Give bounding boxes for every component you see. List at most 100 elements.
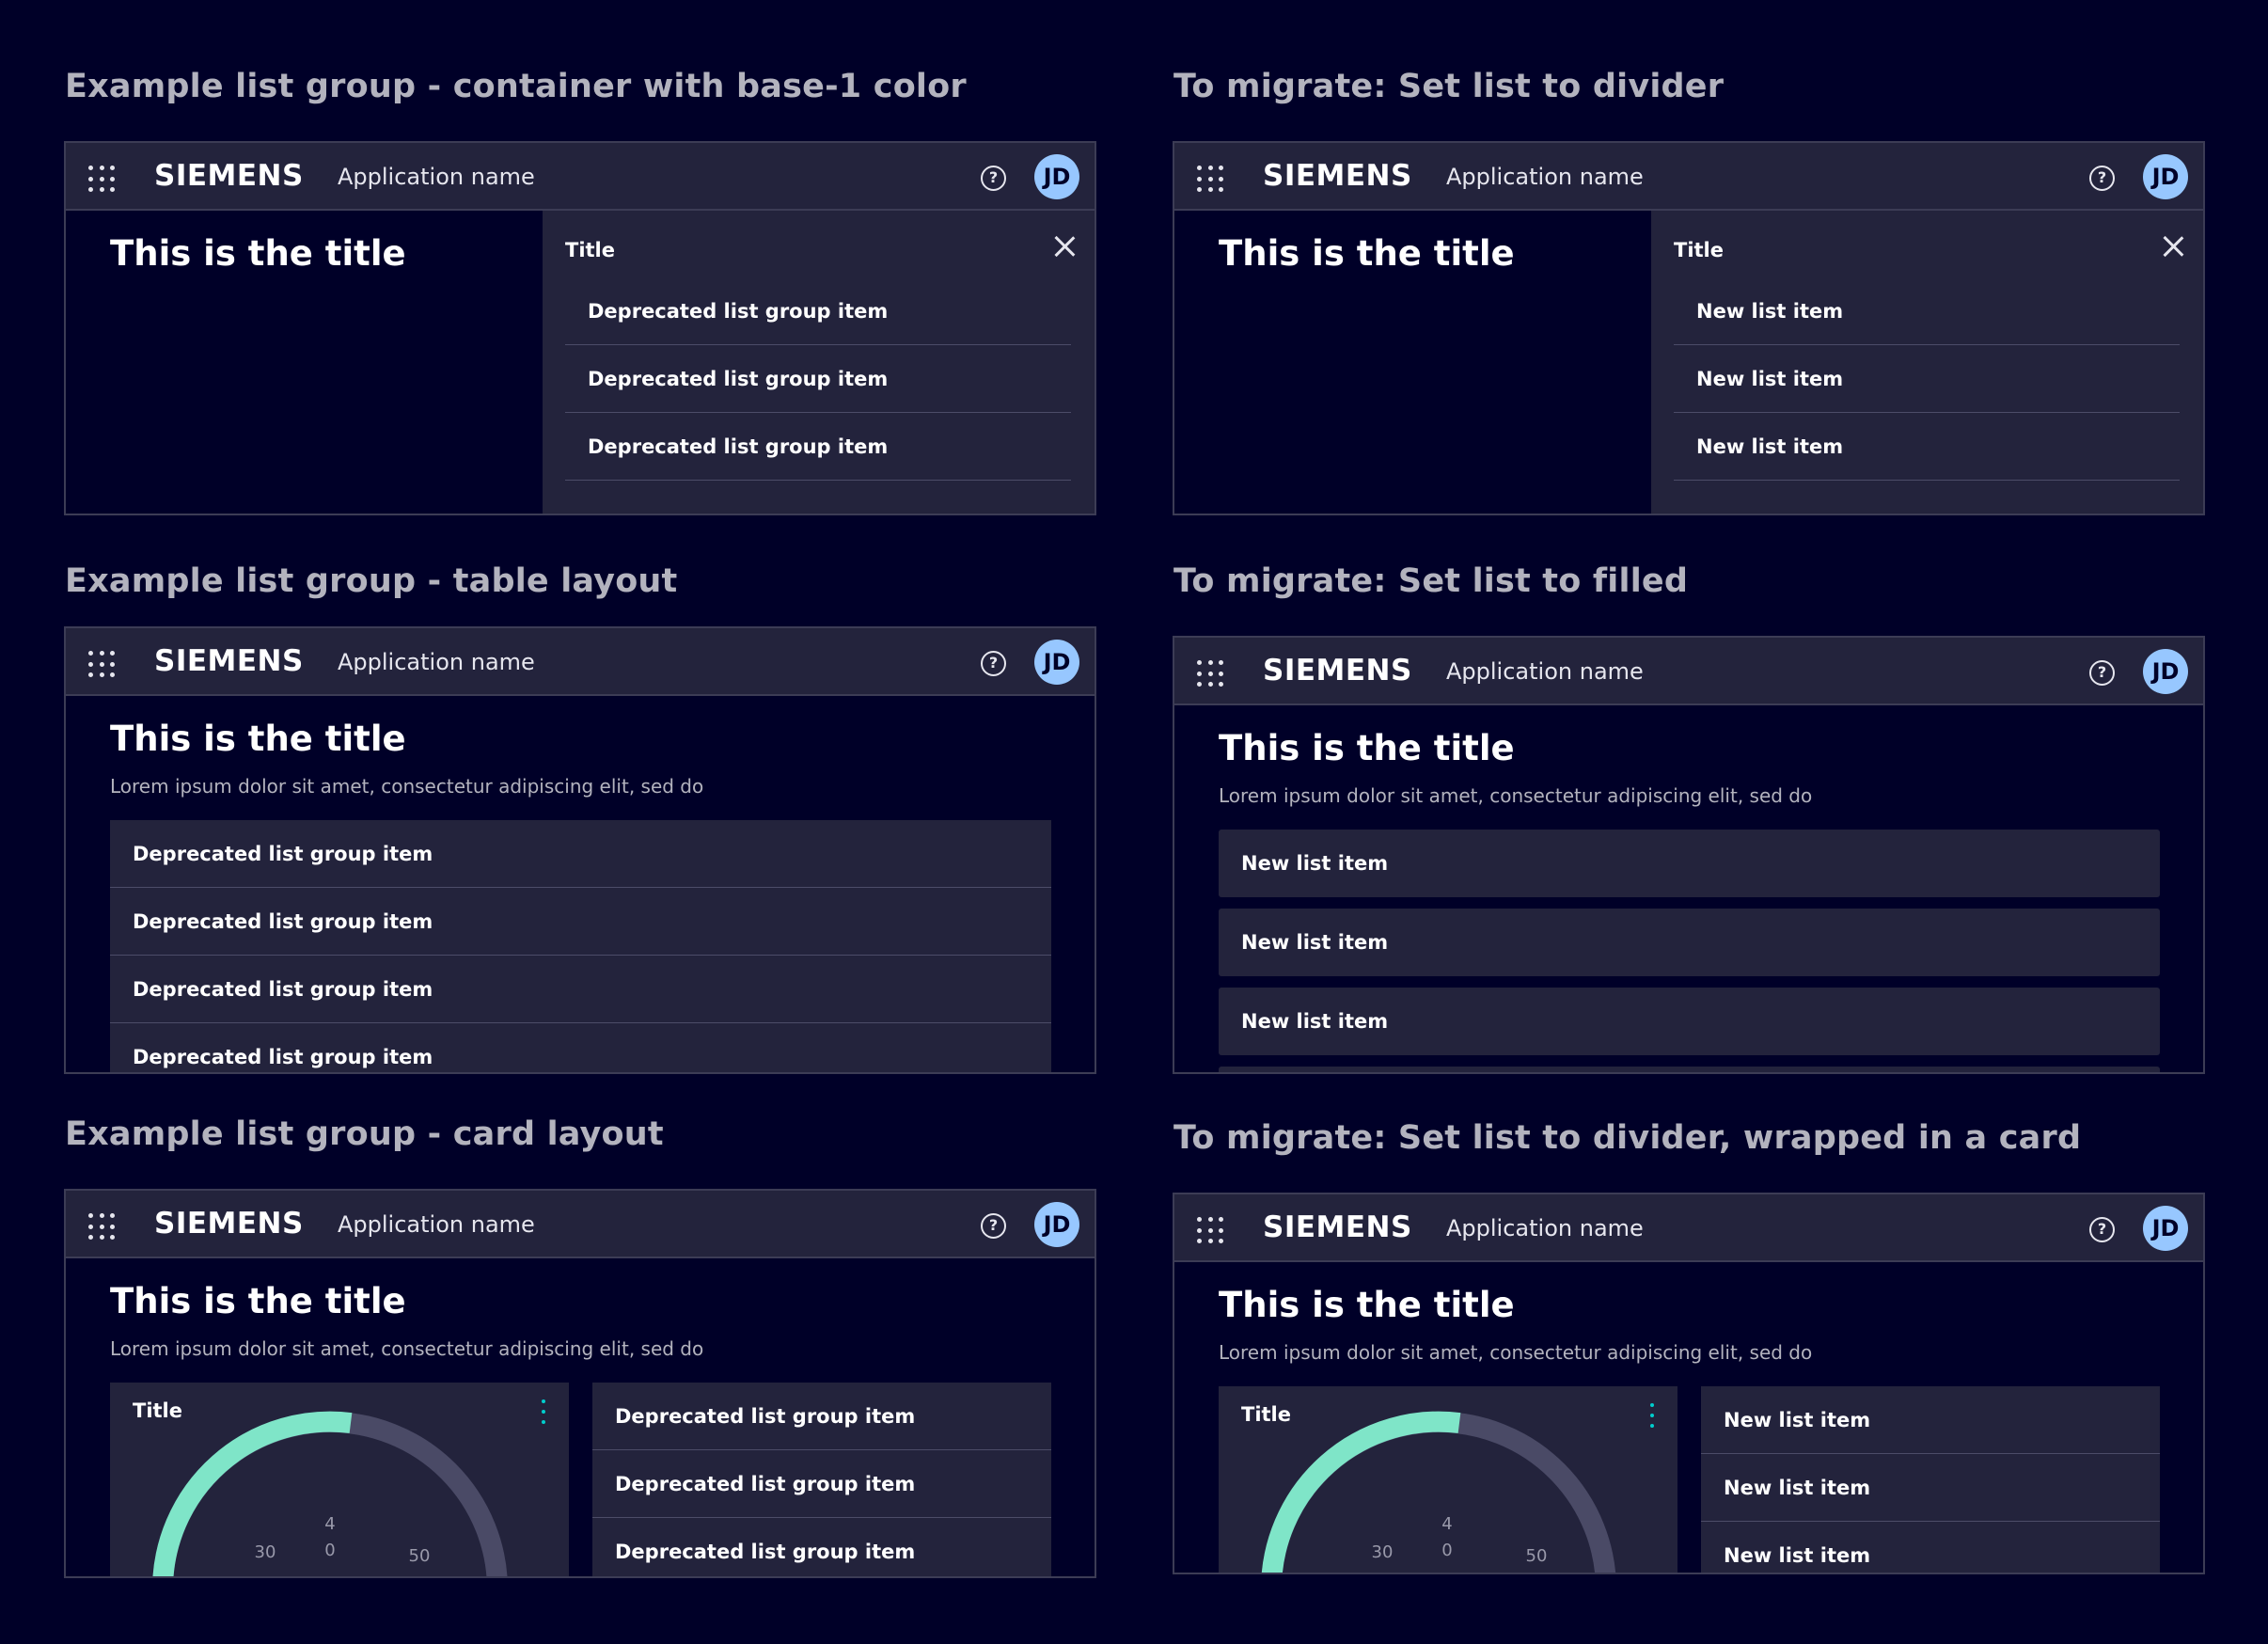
list-item[interactable]: Deprecated list group item xyxy=(110,888,1051,956)
application-name: Application name xyxy=(1446,658,1644,685)
gauge-tick-label: 0 xyxy=(324,1541,335,1560)
gauge-tick-label: 4 xyxy=(1441,1514,1452,1534)
list-group: Deprecated list group item Deprecated li… xyxy=(565,277,1071,481)
page-description: Lorem ipsum dolor sit amet, consectetur … xyxy=(110,1337,704,1360)
section-heading-example-base: Example list group - container with base… xyxy=(65,68,967,105)
brand-logo: SIEMENS xyxy=(154,644,304,678)
gauge-tick-label: 4 xyxy=(324,1514,335,1534)
list-item[interactable]: Deprecated list group item xyxy=(592,1383,1051,1450)
gauge-tick-label: 30 xyxy=(1372,1542,1394,1562)
help-icon[interactable]: ? xyxy=(2089,660,2115,686)
section-heading-migrate-filled: To migrate: Set list to filled xyxy=(1173,562,1689,600)
page-title: This is the title xyxy=(1219,233,1515,274)
gauge-card: Title 30 4 0 50 xyxy=(110,1383,569,1576)
page-title: This is the title xyxy=(110,1281,406,1321)
section-heading-migrate-divider: To migrate: Set list to divider xyxy=(1173,68,1725,105)
brand-logo: SIEMENS xyxy=(1263,159,1412,193)
page-title: This is the title xyxy=(1219,1285,1515,1325)
user-avatar[interactable]: JD xyxy=(2143,649,2188,694)
list-item[interactable]: Deprecated list group item xyxy=(565,345,1071,413)
list-item[interactable]: New list item xyxy=(1674,277,2180,345)
help-icon[interactable]: ? xyxy=(981,1213,1006,1239)
app-frame-example-base: SIEMENS Application name ? JD This is th… xyxy=(64,141,1096,515)
side-panel: Title Deprecated list group item Depreca… xyxy=(543,211,1095,514)
user-avatar[interactable]: JD xyxy=(2143,154,2188,199)
close-icon[interactable] xyxy=(1051,233,1078,260)
app-frame-migrate-card: SIEMENS Application name ? JD This is th… xyxy=(1173,1193,2205,1574)
close-icon[interactable] xyxy=(2160,233,2186,260)
application-name: Application name xyxy=(1446,164,1644,190)
list-item[interactable]: New list item xyxy=(1674,345,2180,413)
brand-logo: SIEMENS xyxy=(1263,654,1412,688)
list-item[interactable]: Deprecated list group item xyxy=(110,820,1051,888)
application-name: Application name xyxy=(338,1211,535,1238)
app-launcher-icon[interactable] xyxy=(1197,1217,1223,1243)
app-frame-example-card: SIEMENS Application name ? JD This is th… xyxy=(64,1189,1096,1578)
list-item[interactable]: New list item xyxy=(1701,1522,2160,1573)
list-item[interactable]: New list item xyxy=(1219,909,2160,976)
app-launcher-icon[interactable] xyxy=(88,1213,115,1240)
gauge-tick-label: 0 xyxy=(1441,1541,1452,1560)
brand-logo: SIEMENS xyxy=(154,1207,304,1241)
list-item[interactable] xyxy=(1219,1067,2160,1072)
list-card: New list item New list item New list ite… xyxy=(1701,1386,2160,1573)
list-divider: New list item New list item New list ite… xyxy=(1701,1386,2160,1573)
gauge-tick-label: 50 xyxy=(1526,1546,1548,1566)
list-item[interactable]: New list item xyxy=(1219,830,2160,897)
section-heading-example-card: Example list group - card layout xyxy=(65,1115,664,1153)
application-name: Application name xyxy=(338,649,535,675)
user-avatar[interactable]: JD xyxy=(1034,154,1079,199)
brand-logo: SIEMENS xyxy=(154,159,304,193)
app-frame-migrate-filled: SIEMENS Application name ? JD This is th… xyxy=(1173,636,2205,1074)
gauge-card: Title 30 4 0 50 xyxy=(1219,1386,1677,1573)
list-group-table: Deprecated list group item Deprecated li… xyxy=(110,820,1051,1072)
application-name: Application name xyxy=(338,164,535,190)
gauge-tick-label: 30 xyxy=(255,1542,276,1562)
application-name: Application name xyxy=(1446,1215,1644,1241)
app-launcher-icon[interactable] xyxy=(1197,660,1223,687)
page-title: This is the title xyxy=(110,719,406,759)
app-launcher-icon[interactable] xyxy=(1197,166,1223,192)
panel-title: Title xyxy=(565,239,616,261)
app-launcher-icon[interactable] xyxy=(88,651,115,677)
gauge-chart: 30 4 0 50 xyxy=(1261,1411,1616,1573)
panel-title: Title xyxy=(1674,239,1725,261)
page-description: Lorem ipsum dolor sit amet, consectetur … xyxy=(1219,1341,1813,1364)
help-icon[interactable]: ? xyxy=(981,166,1006,191)
app-frame-example-table: SIEMENS Application name ? JD This is th… xyxy=(64,626,1096,1074)
app-header: SIEMENS Application name ? JD xyxy=(1174,638,2203,705)
page-title: This is the title xyxy=(1219,728,1515,768)
page-title: This is the title xyxy=(110,233,406,274)
app-header: SIEMENS Application name ? JD xyxy=(1174,143,2203,211)
section-heading-migrate-card: To migrate: Set list to divider, wrapped… xyxy=(1173,1119,2082,1157)
app-frame-migrate-divider: SIEMENS Application name ? JD This is th… xyxy=(1173,141,2205,515)
list-item[interactable]: Deprecated list group item xyxy=(110,956,1051,1023)
app-header: SIEMENS Application name ? JD xyxy=(1174,1194,2203,1262)
side-panel: Title New list item New list item New li… xyxy=(1651,211,2203,514)
app-header: SIEMENS Application name ? JD xyxy=(66,628,1095,696)
list-item[interactable]: Deprecated list group item xyxy=(565,277,1071,345)
help-icon[interactable]: ? xyxy=(2089,166,2115,191)
list-item[interactable]: Deprecated list group item xyxy=(592,1450,1051,1518)
list-item[interactable]: New list item xyxy=(1674,413,2180,481)
list-item[interactable]: Deprecated list group item xyxy=(592,1518,1051,1576)
user-avatar[interactable]: JD xyxy=(1034,1202,1079,1247)
list-group-card: Deprecated list group item Deprecated li… xyxy=(592,1383,1051,1576)
app-header: SIEMENS Application name ? JD xyxy=(66,143,1095,211)
help-icon[interactable]: ? xyxy=(2089,1217,2115,1242)
list-filled: New list item New list item New list ite… xyxy=(1219,830,2160,1072)
help-icon[interactable]: ? xyxy=(981,651,1006,676)
gauge-chart: 30 4 0 50 xyxy=(152,1411,508,1576)
user-avatar[interactable]: JD xyxy=(1034,640,1079,685)
page-description: Lorem ipsum dolor sit amet, consectetur … xyxy=(110,775,704,798)
user-avatar[interactable]: JD xyxy=(2143,1206,2188,1251)
list-item[interactable]: Deprecated list group item xyxy=(110,1023,1051,1072)
list-item[interactable]: Deprecated list group item xyxy=(565,413,1071,481)
list-divider: New list item New list item New list ite… xyxy=(1674,277,2180,481)
page-description: Lorem ipsum dolor sit amet, consectetur … xyxy=(1219,784,1813,807)
app-header: SIEMENS Application name ? JD xyxy=(66,1191,1095,1258)
list-item[interactable]: New list item xyxy=(1701,1454,2160,1522)
app-launcher-icon[interactable] xyxy=(88,166,115,192)
list-item[interactable]: New list item xyxy=(1219,988,2160,1055)
list-item[interactable]: New list item xyxy=(1701,1386,2160,1454)
